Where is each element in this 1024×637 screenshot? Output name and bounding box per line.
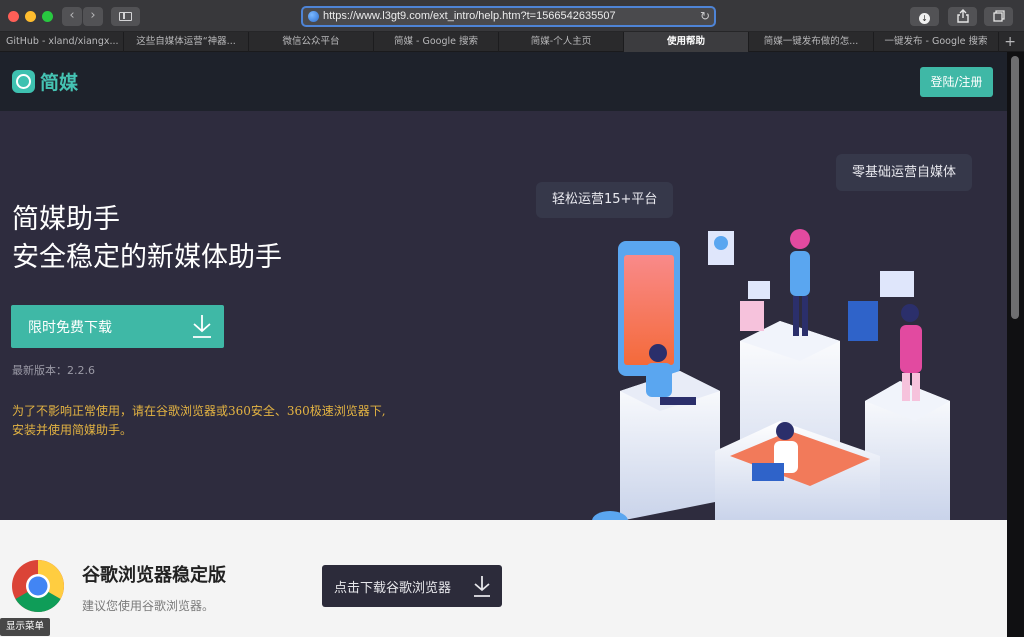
sidebar-icon bbox=[119, 12, 132, 21]
chrome-section-title: 谷歌浏览器稳定版 bbox=[82, 565, 226, 586]
tab-google-search-publish[interactable]: 一键发布 - Google 搜索 bbox=[874, 32, 999, 52]
chrome-section-subtitle: 建议您使用谷歌浏览器。 bbox=[82, 599, 215, 613]
chrome-download-section: 谷歌浏览器稳定版 建议您使用谷歌浏览器。 点击下载谷歌浏览器 bbox=[0, 520, 1007, 637]
free-download-button[interactable]: 限时免费下载 bbox=[11, 305, 224, 348]
download-arrow-icon bbox=[474, 576, 490, 597]
logo-text[interactable]: 简媒 bbox=[40, 68, 78, 95]
notice-line: 为了不影响正常使用，请在谷歌浏览器或360安全、360极速浏览器下, bbox=[12, 404, 386, 418]
download-arrow-icon bbox=[193, 315, 211, 338]
download-label: 限时免费下载 bbox=[28, 320, 112, 336]
tabs-icon bbox=[992, 10, 1005, 22]
hero-illustration bbox=[592, 229, 950, 520]
login-register-button[interactable]: 登陆/注册 bbox=[920, 67, 993, 97]
tab-label: 简媒-个人主页 bbox=[530, 36, 592, 47]
tab-google-search-jianmei[interactable]: 简媒 - Google 搜索 bbox=[374, 32, 499, 52]
hero-section: 简媒助手 安全稳定的新媒体助手 限时免费下载 最新版本：2.2.6 为了不影响正… bbox=[0, 111, 1007, 520]
browser-notice: 为了不影响正常使用，请在谷歌浏览器或360安全、360极速浏览器下, 安装并使用… bbox=[12, 402, 452, 440]
chevron-right-icon: › bbox=[90, 8, 96, 23]
globe-icon bbox=[308, 11, 319, 22]
tab-profile[interactable]: 简媒-个人主页 bbox=[499, 32, 624, 52]
scrollbar-thumb[interactable] bbox=[1011, 56, 1019, 319]
browser-titlebar: ‹ › https://www.l3gt9.com/ext_intro/help… bbox=[0, 0, 1024, 32]
feature-bubble-zero-basis: 零基础运营自媒体 bbox=[836, 154, 973, 191]
back-button[interactable]: ‹ bbox=[62, 7, 82, 26]
tab-label: 简媒 - Google 搜索 bbox=[394, 36, 478, 47]
share-button[interactable] bbox=[948, 7, 977, 26]
page-scrollbar[interactable] bbox=[1007, 52, 1024, 637]
tab-help[interactable]: 使用帮助 bbox=[624, 32, 749, 52]
tab-label: 一键发布 - Google 搜索 bbox=[884, 36, 988, 47]
share-icon bbox=[956, 9, 969, 23]
tab-publish-article[interactable]: 简媒一键发布做的怎... bbox=[749, 32, 874, 52]
hero-title: 简媒助手 bbox=[12, 204, 120, 235]
pedestal-front bbox=[715, 421, 880, 520]
phone-graphic bbox=[618, 241, 680, 376]
url-text: https://www.l3gt9.com/ext_intro/help.htm… bbox=[323, 10, 616, 22]
tab-media-tools[interactable]: 这些自媒体运营“神器... bbox=[124, 32, 249, 52]
notice-line: 安装并使用简媒助手。 bbox=[12, 423, 133, 437]
sidebar-toggle-button[interactable] bbox=[111, 7, 140, 26]
tab-bar: GitHub - xland/xiangx... 这些自媒体运营“神器... 微… bbox=[0, 32, 1024, 52]
hero-subtitle: 安全稳定的新媒体助手 bbox=[12, 242, 282, 273]
chevron-left-icon: ‹ bbox=[69, 8, 75, 23]
forward-button[interactable]: › bbox=[83, 7, 103, 26]
close-window-button[interactable] bbox=[8, 11, 19, 22]
zoom-window-button[interactable] bbox=[42, 11, 53, 22]
reload-icon[interactable]: ↻ bbox=[700, 9, 710, 23]
site-header: 简媒 登陆/注册 bbox=[0, 52, 1007, 111]
tab-github[interactable]: GitHub - xland/xiangx... bbox=[0, 32, 124, 52]
tab-label: 微信公众平台 bbox=[282, 36, 340, 47]
tab-label: 这些自媒体运营“神器... bbox=[136, 36, 236, 47]
tab-label: 简媒一键发布做的怎... bbox=[763, 36, 859, 47]
logo-icon[interactable] bbox=[12, 70, 35, 93]
address-bar[interactable]: https://www.l3gt9.com/ext_intro/help.htm… bbox=[301, 6, 716, 27]
download-chrome-label: 点击下载谷歌浏览器 bbox=[334, 581, 452, 596]
tab-overview-button[interactable] bbox=[984, 7, 1013, 26]
download-icon: ↓ bbox=[919, 13, 930, 24]
downloads-button[interactable]: ↓ bbox=[910, 7, 939, 26]
chrome-logo-icon bbox=[12, 560, 64, 612]
tab-wechat[interactable]: 微信公众平台 bbox=[249, 32, 374, 52]
page-content: 简媒 登陆/注册 简媒助手 安全稳定的新媒体助手 限时免费下载 最新版本：2.2… bbox=[0, 52, 1007, 637]
version-text: 最新版本：2.2.6 bbox=[12, 364, 95, 377]
figure-top bbox=[790, 229, 810, 336]
minimize-window-button[interactable] bbox=[25, 11, 36, 22]
tab-label: 使用帮助 bbox=[666, 36, 705, 47]
new-tab-button[interactable]: + bbox=[1004, 33, 1016, 51]
download-chrome-button[interactable]: 点击下载谷歌浏览器 bbox=[322, 565, 502, 607]
tab-label: GitHub - xland/xiangx... bbox=[6, 36, 119, 47]
show-menu-button[interactable]: 显示菜单 bbox=[0, 618, 50, 636]
